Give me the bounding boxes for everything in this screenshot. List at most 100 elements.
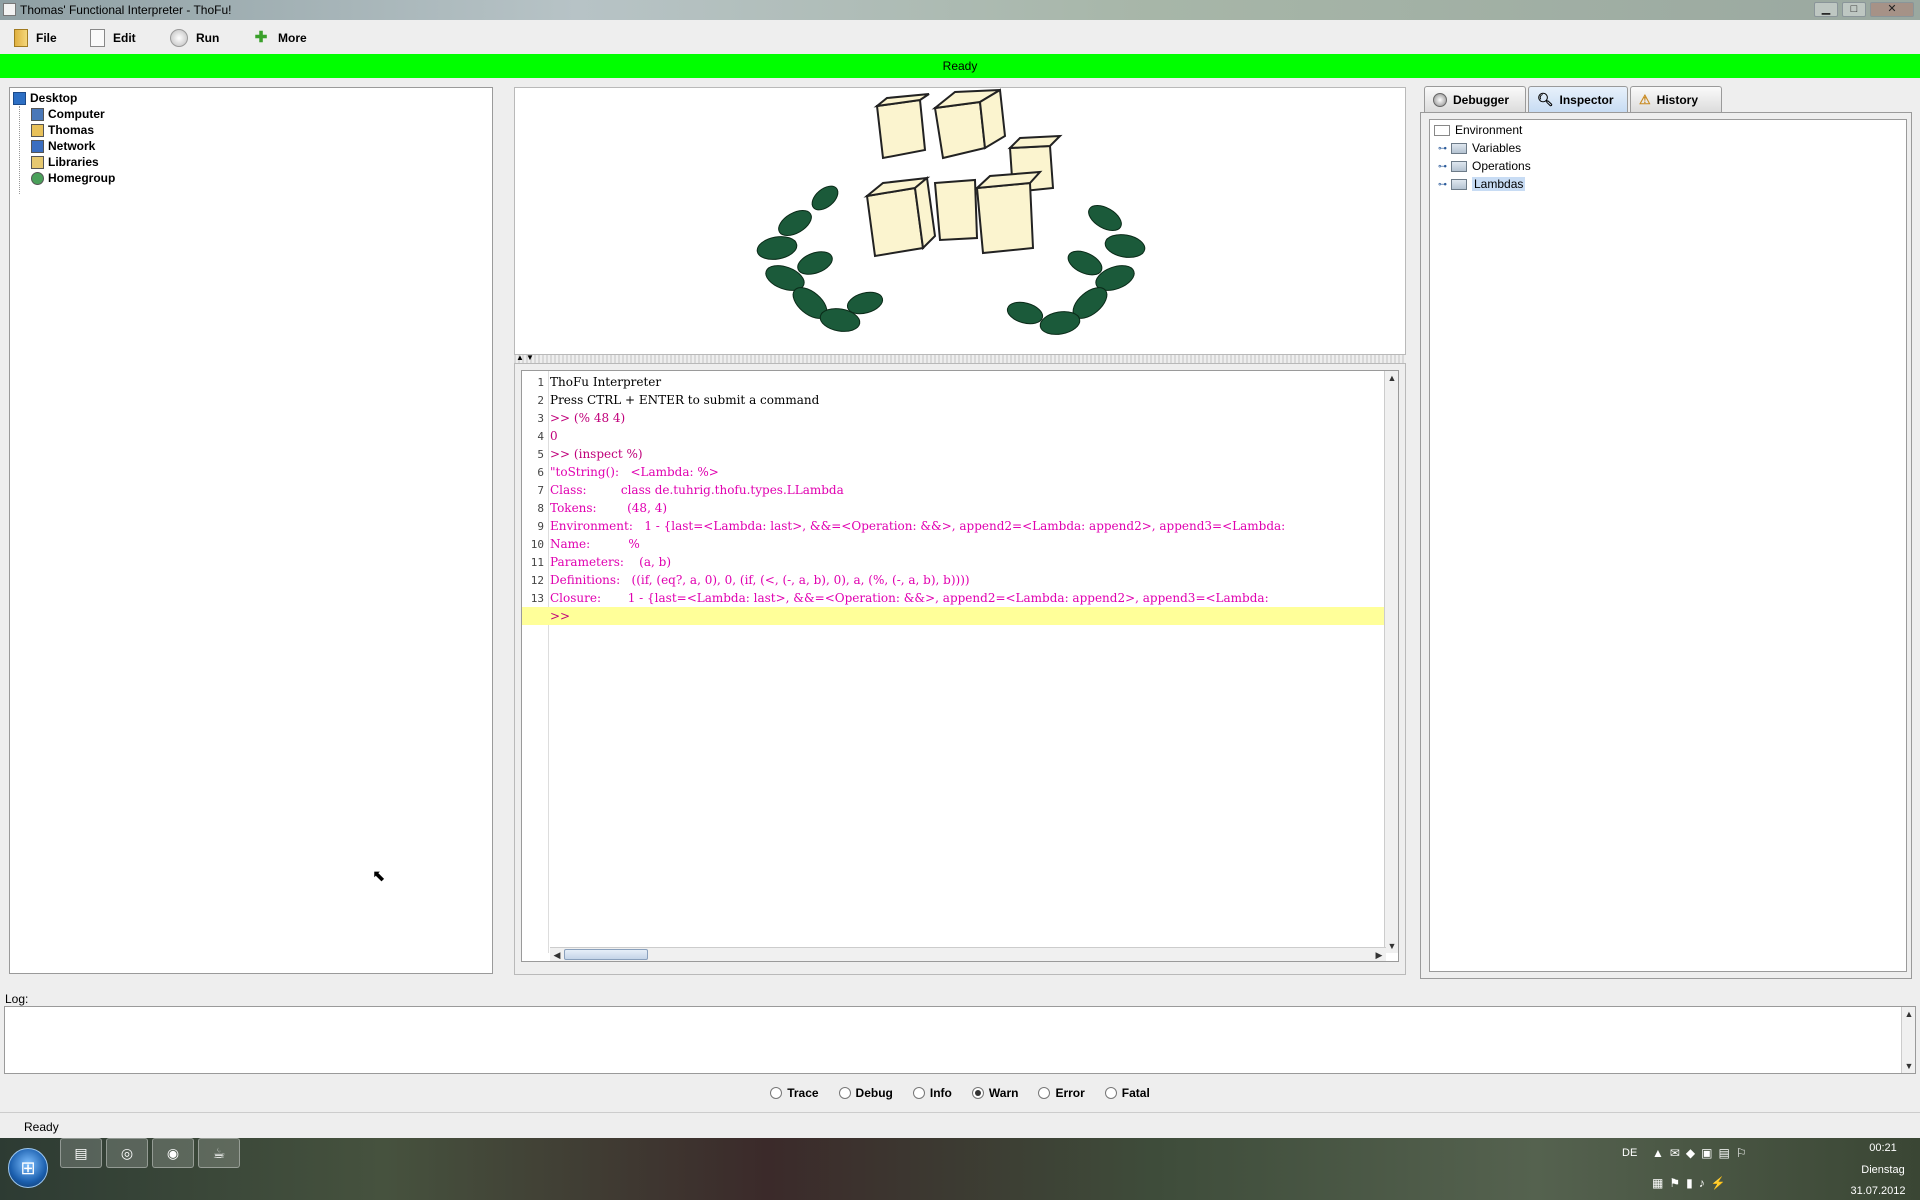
file-tree-panel: Desktop Computer Thomas Network Librarie… bbox=[9, 87, 493, 974]
menu-edit-label: Edit bbox=[113, 31, 136, 45]
status-bar: Ready bbox=[0, 1112, 1920, 1138]
radio-info[interactable]: Info bbox=[912, 1083, 952, 1103]
plus-icon: ✚ bbox=[254, 29, 268, 46]
tree-item-label: Libraries bbox=[48, 155, 99, 169]
menu-more[interactable]: ✚ More bbox=[252, 27, 307, 49]
logo-panel bbox=[514, 87, 1406, 355]
vertical-scrollbar[interactable]: ▲ ▼ bbox=[1384, 371, 1398, 953]
status-text: Ready bbox=[24, 1120, 59, 1134]
scroll-down-icon[interactable]: ▼ bbox=[1385, 939, 1398, 953]
menu-bar: File Edit Run ✚ More bbox=[0, 20, 1920, 54]
minimize-button[interactable]: ▁ bbox=[1814, 2, 1838, 17]
environment-tree: Environment ⊶ Variables ⊶ Operations ⊶ L… bbox=[1429, 119, 1907, 972]
code-line: Parameters: (a, b) bbox=[550, 555, 672, 569]
code-line: Class: class de.tuhrig.thofu.types.LLamb… bbox=[550, 483, 844, 497]
tree-item-label: Thomas bbox=[48, 123, 95, 137]
env-node-variables[interactable]: ⊶ Variables bbox=[1438, 141, 1521, 155]
code-line: Closure: 1 - {last=<Lambda: last>, &&=<O… bbox=[550, 591, 1269, 605]
line-number: 10 bbox=[530, 538, 544, 551]
radio-button[interactable] bbox=[838, 1087, 851, 1099]
folder-icon bbox=[1451, 178, 1467, 190]
clock-date: 31.07.2012 bbox=[1850, 1185, 1906, 1197]
current-line-highlight bbox=[522, 607, 1386, 625]
split-pane-divider[interactable]: ▲ ▼ bbox=[514, 353, 1406, 363]
window-title-bar[interactable]: Thomas' Functional Interpreter - ThoFu! … bbox=[0, 0, 1920, 20]
tree-item-network[interactable]: Network bbox=[31, 139, 95, 153]
env-node-label: Lambdas bbox=[1472, 177, 1526, 191]
expand-icon[interactable]: ⊶ bbox=[1438, 179, 1447, 190]
history-icon: ⚠︎ bbox=[1639, 91, 1651, 107]
taskbar-java[interactable]: ☕︎ bbox=[198, 1138, 240, 1168]
horizontal-scrollbar[interactable]: ◀ ▶ bbox=[550, 947, 1386, 961]
start-button[interactable]: ⊞ bbox=[8, 1148, 48, 1188]
line-number: 7 bbox=[537, 484, 544, 497]
book-icon bbox=[14, 29, 28, 47]
radio-button[interactable] bbox=[770, 1087, 783, 1099]
taskbar-chrome[interactable]: ◎ bbox=[106, 1138, 148, 1168]
log-output[interactable]: ▲ ▼ bbox=[4, 1006, 1916, 1074]
env-node-operations[interactable]: ⊶ Operations bbox=[1438, 159, 1531, 173]
java-icon: ☕︎ bbox=[212, 1145, 226, 1161]
debugger-icon bbox=[1433, 92, 1447, 107]
close-button[interactable]: ✕ bbox=[1870, 2, 1914, 17]
line-number: 13 bbox=[530, 592, 544, 605]
folder-icon bbox=[1434, 124, 1450, 136]
radio-trace[interactable]: Trace bbox=[770, 1083, 819, 1103]
taskbar-app[interactable]: ◉ bbox=[152, 1138, 194, 1168]
clock-day: Dienstag bbox=[1861, 1164, 1905, 1176]
inspector-panel: Environment ⊶ Variables ⊶ Operations ⊶ L… bbox=[1420, 112, 1912, 979]
radio-label: Error bbox=[1055, 1086, 1085, 1100]
tab-inspector-label: Inspector bbox=[1559, 92, 1614, 107]
radio-debug[interactable]: Debug bbox=[838, 1083, 893, 1103]
tree-item-homegroup[interactable]: Homegroup bbox=[31, 171, 115, 185]
tree-root-desktop[interactable]: Desktop bbox=[13, 91, 77, 105]
tab-inspector[interactable]: 🔍︎ Inspector bbox=[1528, 86, 1628, 112]
language-indicator[interactable]: DE bbox=[1622, 1147, 1637, 1159]
scroll-down-icon[interactable]: ▼ bbox=[1902, 1059, 1916, 1073]
menu-edit[interactable]: Edit bbox=[90, 27, 136, 49]
horizontal-scroll-thumb[interactable] bbox=[564, 949, 648, 960]
magnifier-icon: 🔍︎ bbox=[1537, 91, 1554, 107]
menu-file[interactable]: File bbox=[14, 27, 57, 49]
tree-item-libraries[interactable]: Libraries bbox=[31, 155, 99, 169]
mouse-cursor-icon: ⬉ bbox=[372, 868, 386, 885]
radio-label: Warn bbox=[988, 1086, 1019, 1100]
scroll-left-icon[interactable]: ◀ bbox=[550, 948, 564, 961]
tree-item-label: Network bbox=[48, 139, 96, 153]
taskbar-explorer[interactable]: ▤ bbox=[60, 1138, 102, 1168]
radio-warn[interactable]: Warn bbox=[971, 1083, 1019, 1103]
expand-icon[interactable]: ⊶ bbox=[1438, 143, 1447, 154]
env-root-label: Environment bbox=[1455, 123, 1523, 137]
homegroup-icon bbox=[31, 171, 44, 185]
radio-button-selected[interactable] bbox=[971, 1087, 984, 1099]
tab-debugger[interactable]: Debugger bbox=[1424, 86, 1526, 112]
tree-root-label: Desktop bbox=[30, 91, 78, 105]
tree-root-environment[interactable]: Environment bbox=[1434, 123, 1522, 137]
line-number: 3 bbox=[537, 412, 544, 425]
globe-icon: ◉ bbox=[166, 1145, 180, 1161]
tofu-cubes bbox=[863, 88, 1063, 258]
scroll-right-icon[interactable]: ▶ bbox=[1372, 948, 1386, 961]
radio-button[interactable] bbox=[912, 1087, 925, 1099]
tray-icons[interactable]: ▲✉◆▣▤⚐ bbox=[1652, 1146, 1753, 1160]
tray-icons-row2[interactable]: ▦⚑▮♪⚡ bbox=[1652, 1176, 1732, 1190]
tree-item-computer[interactable]: Computer bbox=[31, 107, 105, 121]
tab-history[interactable]: ⚠︎ History bbox=[1630, 86, 1722, 112]
env-node-lambdas[interactable]: ⊶ Lambdas bbox=[1438, 177, 1526, 191]
scroll-up-icon[interactable]: ▲ bbox=[1902, 1007, 1916, 1021]
collapse-up-icon[interactable]: ▲ bbox=[516, 353, 524, 362]
radio-error[interactable]: Error bbox=[1038, 1083, 1085, 1103]
clock-time[interactable]: 00:21 bbox=[1848, 1142, 1918, 1154]
radio-button[interactable] bbox=[1038, 1087, 1051, 1099]
collapse-down-icon[interactable]: ▼ bbox=[526, 353, 534, 362]
window-title: Thomas' Functional Interpreter - ThoFu! bbox=[20, 3, 232, 17]
code-editor[interactable]: 1234567891011121314 ThoFu InterpreterPre… bbox=[521, 370, 1399, 962]
expand-icon[interactable]: ⊶ bbox=[1438, 161, 1447, 172]
scroll-up-icon[interactable]: ▲ bbox=[1385, 371, 1398, 385]
log-scrollbar[interactable]: ▲ ▼ bbox=[1901, 1007, 1915, 1073]
menu-run[interactable]: Run bbox=[170, 27, 219, 49]
radio-button[interactable] bbox=[1104, 1087, 1117, 1099]
tree-item-thomas[interactable]: Thomas bbox=[31, 123, 94, 137]
radio-fatal[interactable]: Fatal bbox=[1104, 1083, 1150, 1103]
maximize-button[interactable]: □ bbox=[1842, 2, 1866, 17]
